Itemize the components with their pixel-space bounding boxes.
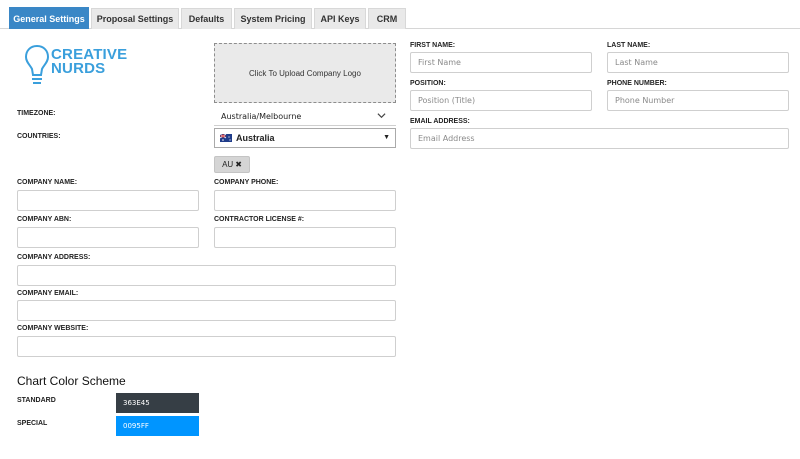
logo-wordmark: CREATIVE NURDS <box>51 47 127 77</box>
timezone-value: Australia/Melbourne <box>221 111 302 121</box>
company-website-label: COMPANY WEBSITE: <box>17 325 89 332</box>
phone-number-label: PHONE NUMBER: <box>607 80 667 87</box>
tab-system-pricing[interactable]: System Pricing <box>234 8 312 29</box>
settings-tab-bar: General Settings Proposal Settings Defau… <box>0 0 800 29</box>
tab-api-keys[interactable]: API Keys <box>314 8 366 29</box>
company-email-label: COMPANY EMAIL: <box>17 290 79 297</box>
company-email-input[interactable] <box>17 300 396 321</box>
company-phone-label: COMPANY PHONE: <box>214 179 279 186</box>
email-address-input[interactable] <box>410 128 789 149</box>
special-color-label: SPECIAL <box>17 420 48 427</box>
australia-flag-icon <box>220 134 232 142</box>
last-name-label: LAST NAME: <box>607 42 651 49</box>
company-name-input[interactable] <box>17 190 199 211</box>
company-phone-input[interactable] <box>214 190 396 211</box>
special-color-swatch[interactable]: 0095FF <box>116 416 199 436</box>
country-chip-au[interactable]: AU ✖ <box>214 156 250 173</box>
countries-value: Australia <box>236 133 275 143</box>
chevron-down-icon <box>377 113 386 119</box>
standard-color-swatch[interactable]: 363E45 <box>116 393 199 413</box>
close-icon[interactable]: ✖ <box>235 160 242 169</box>
timezone-select[interactable]: Australia/Melbourne <box>214 107 396 126</box>
timezone-label: TIMEZONE: <box>17 110 56 117</box>
tab-proposal-settings[interactable]: Proposal Settings <box>91 8 179 29</box>
company-website-input[interactable] <box>17 336 396 357</box>
tab-crm[interactable]: CRM <box>368 8 406 29</box>
first-name-label: FIRST NAME: <box>410 42 456 49</box>
lightbulb-icon <box>24 44 50 84</box>
first-name-input[interactable] <box>410 52 592 73</box>
chart-color-scheme-title: Chart Color Scheme <box>17 374 126 388</box>
company-name-label: COMPANY NAME: <box>17 179 78 186</box>
standard-color-value: 363E45 <box>123 399 150 407</box>
company-abn-label: COMPANY ABN: <box>17 216 72 223</box>
company-address-input[interactable] <box>17 265 396 286</box>
standard-color-label: STANDARD <box>17 397 56 404</box>
position-label: POSITION: <box>410 80 446 87</box>
contractor-license-label: CONTRACTOR LICENSE #: <box>214 216 305 223</box>
company-logo: CREATIVE NURDS <box>24 44 134 86</box>
tab-general-settings[interactable]: General Settings <box>9 7 89 29</box>
last-name-input[interactable] <box>607 52 789 73</box>
countries-label: COUNTRIES: <box>17 133 61 140</box>
upload-logo-label: Click To Upload Company Logo <box>249 68 361 78</box>
tab-defaults[interactable]: Defaults <box>181 8 232 29</box>
position-input[interactable] <box>410 90 592 111</box>
phone-number-input[interactable] <box>607 90 789 111</box>
company-abn-input[interactable] <box>17 227 199 248</box>
logo-line-2: NURDS <box>51 60 106 77</box>
company-address-label: COMPANY ADDRESS: <box>17 254 91 261</box>
chip-label: AU <box>222 160 234 169</box>
upload-logo-button[interactable]: Click To Upload Company Logo <box>214 43 396 103</box>
caret-down-icon: ▼ <box>383 134 390 141</box>
contractor-license-input[interactable] <box>214 227 396 248</box>
countries-select[interactable]: Australia ▼ <box>214 128 396 148</box>
special-color-value: 0095FF <box>123 422 149 430</box>
email-address-label: EMAIL ADDRESS: <box>410 118 470 125</box>
